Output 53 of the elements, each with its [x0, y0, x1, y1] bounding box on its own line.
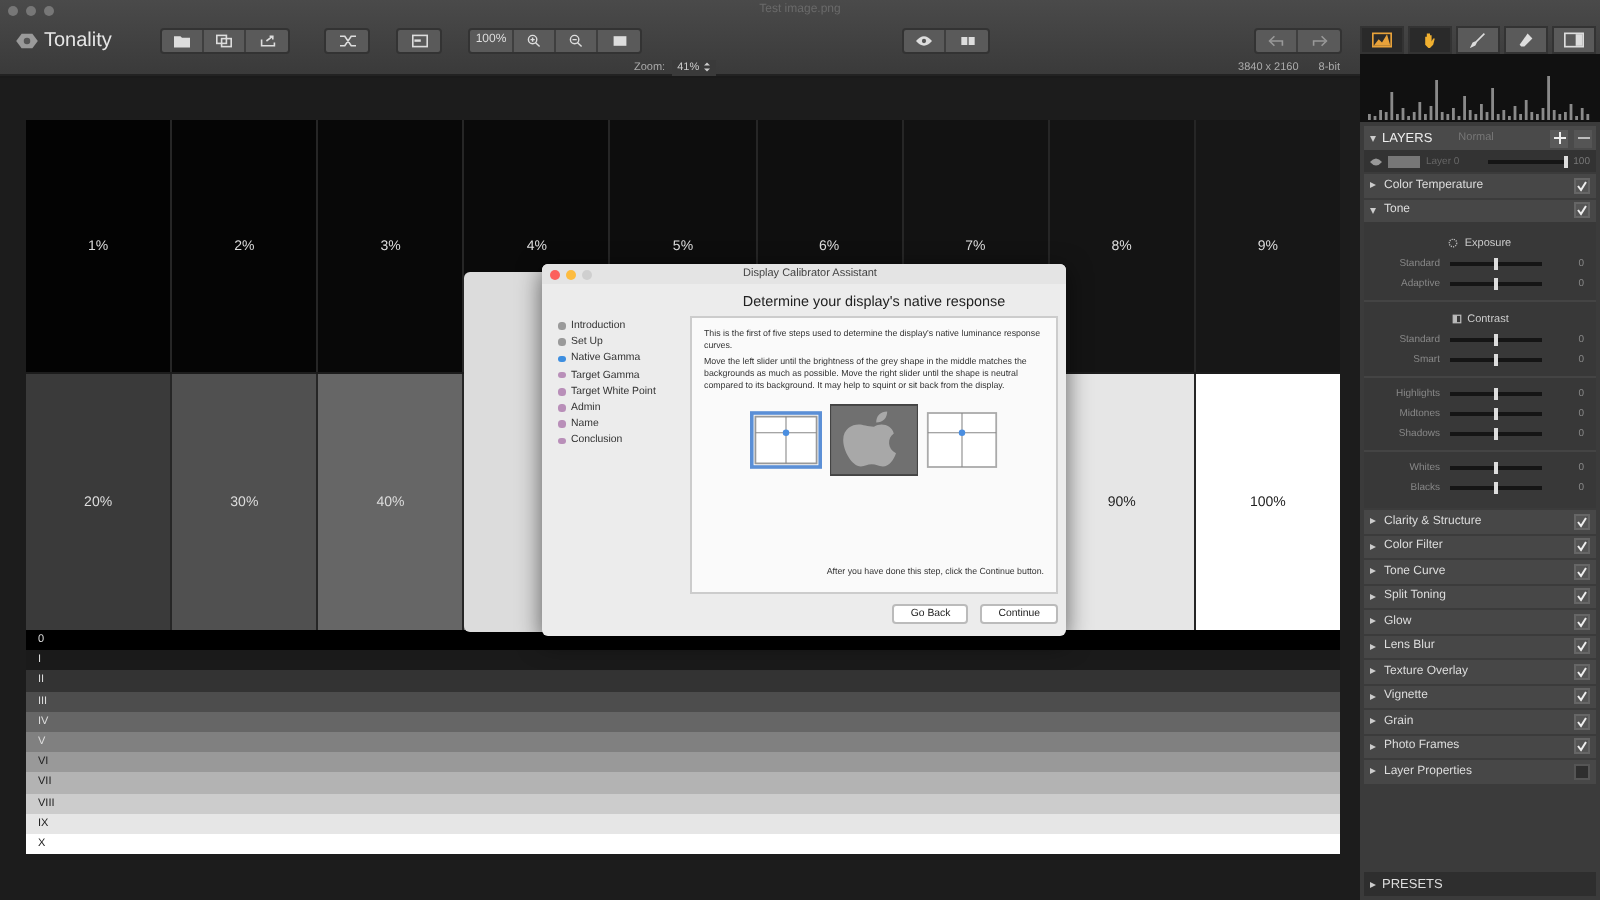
- left-slider-pad[interactable]: [750, 409, 822, 470]
- enable-checkbox[interactable]: [1574, 563, 1590, 580]
- expand-arrow-icon[interactable]: [1370, 518, 1376, 525]
- right-slider-pad[interactable]: [926, 409, 998, 470]
- minus-icon: [1577, 132, 1589, 144]
- expand-arrow-icon[interactable]: [1370, 743, 1376, 750]
- eraser-icon: [1516, 32, 1536, 48]
- plus-icon: [1553, 132, 1565, 144]
- brush-tool[interactable]: [1456, 26, 1500, 54]
- expand-arrow-icon[interactable]: [1370, 668, 1376, 675]
- expand-arrow-icon[interactable]: [1370, 593, 1376, 600]
- expand-arrow-icon[interactable]: [1370, 543, 1376, 550]
- histogram-tool[interactable]: [1360, 26, 1404, 54]
- enable-checkbox[interactable]: [1574, 538, 1590, 555]
- caret-icon: [703, 62, 710, 72]
- enable-checkbox[interactable]: [1574, 638, 1590, 655]
- apple-shape-drawing: [830, 403, 918, 476]
- panel-toggle[interactable]: [1552, 26, 1596, 54]
- enable-checkbox[interactable]: [1574, 177, 1590, 194]
- expand-arrow-icon[interactable]: [1370, 643, 1376, 650]
- slider-thumb[interactable]: [1563, 155, 1568, 167]
- hand-tool[interactable]: [1408, 26, 1452, 54]
- expand-arrow-icon[interactable]: [1370, 693, 1376, 700]
- layer-thumbnail: [1388, 155, 1420, 167]
- enable-checkbox[interactable]: [1574, 588, 1590, 605]
- brush-icon: [1468, 32, 1488, 48]
- enable-checkbox[interactable]: [1574, 688, 1590, 705]
- contrast-icon: [1451, 314, 1462, 324]
- expand-arrow-icon[interactable]: [1370, 618, 1376, 625]
- logo-icon: [16, 31, 38, 49]
- enable-checkbox[interactable]: [1574, 663, 1590, 680]
- expand-arrow-icon[interactable]: [1370, 135, 1376, 141]
- histogram-icon: [1372, 32, 1392, 48]
- expand-arrow-icon[interactable]: [1370, 207, 1376, 214]
- enable-checkbox[interactable]: [1574, 202, 1590, 219]
- expand-arrow-icon[interactable]: [1370, 881, 1376, 887]
- enable-checkbox[interactable]: [1574, 763, 1590, 780]
- eraser-tool[interactable]: [1504, 26, 1548, 54]
- panel-icon: [1564, 32, 1584, 48]
- expand-arrow-icon[interactable]: [1370, 768, 1376, 775]
- enable-checkbox[interactable]: [1574, 513, 1590, 530]
- enable-checkbox[interactable]: [1574, 713, 1590, 730]
- hand-icon: [1420, 32, 1440, 48]
- enable-checkbox[interactable]: [1574, 613, 1590, 630]
- expand-arrow-icon[interactable]: [1370, 568, 1376, 575]
- remove-layer-button[interactable]: [1574, 129, 1592, 147]
- expand-arrow-icon[interactable]: [1370, 182, 1376, 189]
- add-layer-button[interactable]: [1550, 129, 1568, 147]
- enable-checkbox[interactable]: [1574, 738, 1590, 755]
- sun-icon: [1448, 238, 1459, 248]
- eye-icon[interactable]: [1370, 157, 1382, 165]
- expand-arrow-icon[interactable]: [1370, 718, 1376, 725]
- app-name: Tonality: [44, 29, 112, 51]
